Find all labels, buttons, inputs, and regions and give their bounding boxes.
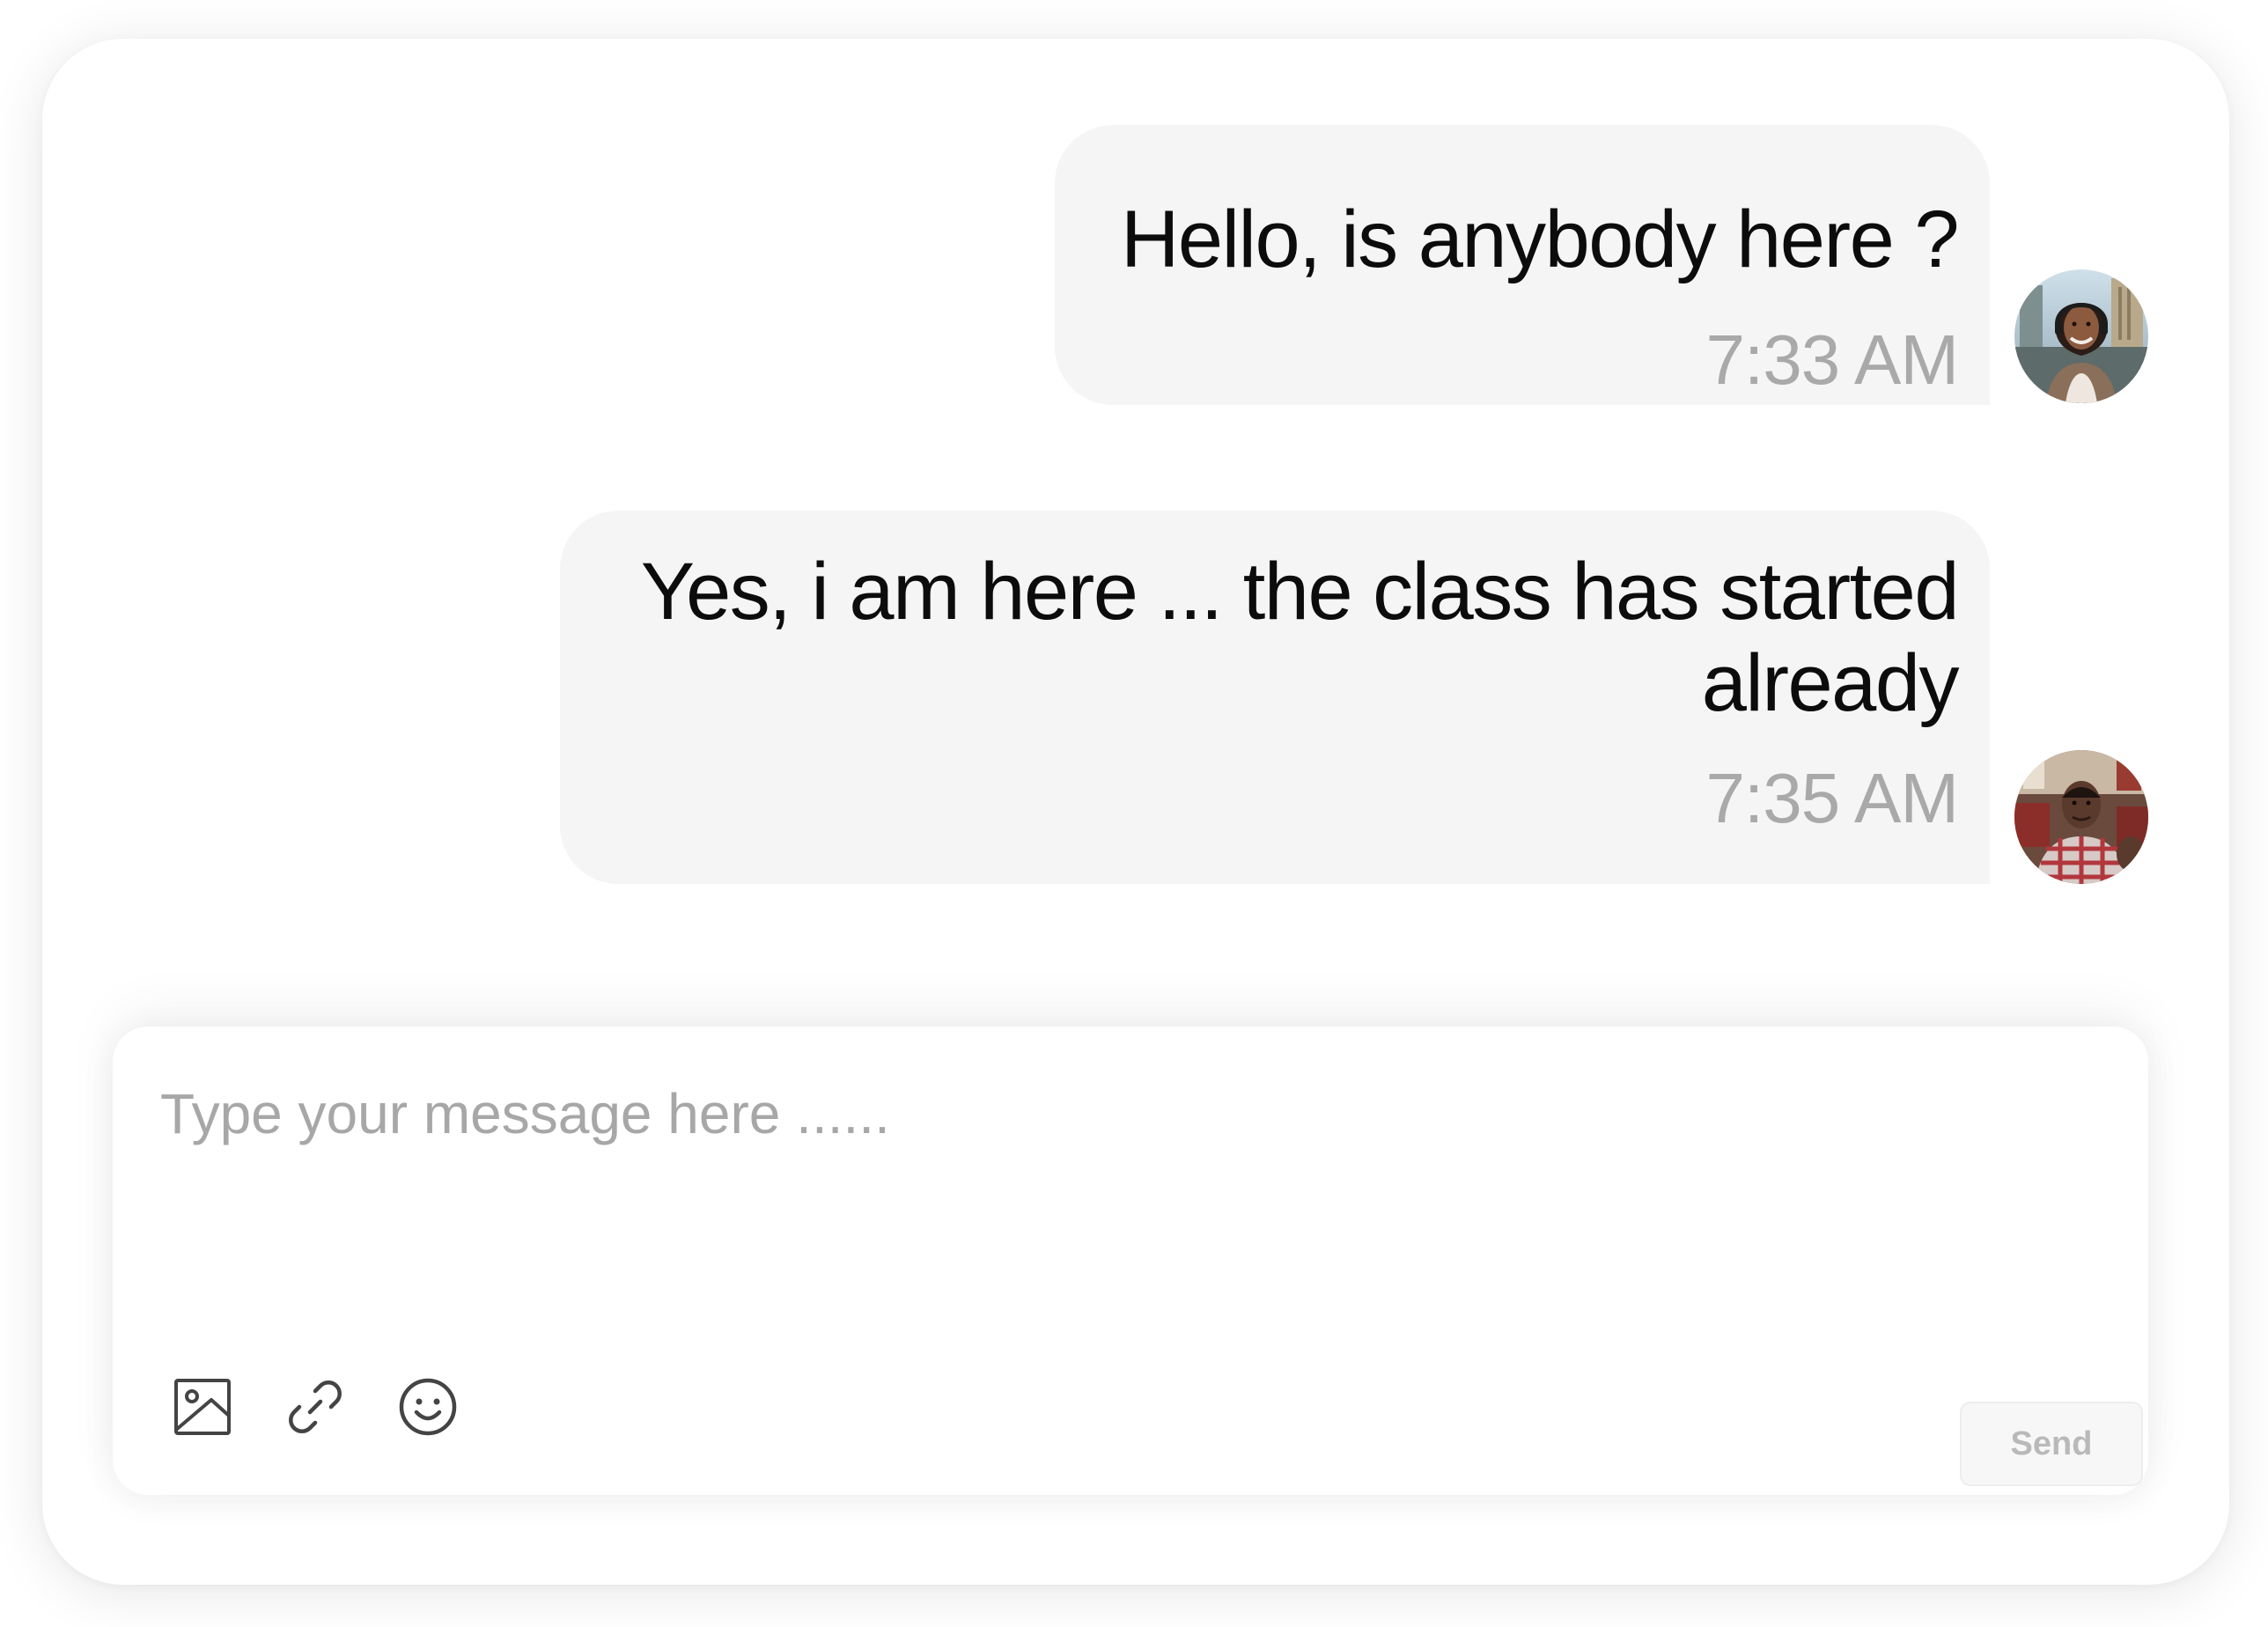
- message-timestamp: 7:35 AM: [1705, 759, 1959, 837]
- attach-image-button[interactable]: [167, 1372, 238, 1442]
- message-text: Hello, is anybody here ?: [1120, 195, 1960, 284]
- message-text: Yes, i am here ... the class has started…: [640, 547, 1960, 728]
- avatar[interactable]: [2014, 750, 2148, 884]
- send-button[interactable]: Send: [1960, 1402, 2143, 1486]
- emoji-icon: [399, 1378, 457, 1436]
- emoji-button[interactable]: [393, 1372, 463, 1442]
- message-input[interactable]: [160, 1081, 2097, 1257]
- image-icon: [174, 1379, 231, 1435]
- message-timestamp: 7:33 AM: [1705, 320, 1959, 399]
- link-icon: [289, 1380, 342, 1433]
- message-bubble: Yes, i am here ... the class has started…: [560, 511, 1990, 884]
- message-composer: Send: [113, 1027, 2148, 1495]
- chat-panel: Hello, is anybody here ? 7:33 AM Yes, i …: [42, 39, 2229, 1585]
- avatar-woman-image: [2014, 269, 2148, 403]
- message-bubble: Hello, is anybody here ? 7:33 AM: [1055, 125, 1990, 405]
- insert-link-button[interactable]: [280, 1372, 350, 1442]
- avatar-man-image: [2014, 750, 2148, 884]
- avatar[interactable]: [2014, 269, 2148, 403]
